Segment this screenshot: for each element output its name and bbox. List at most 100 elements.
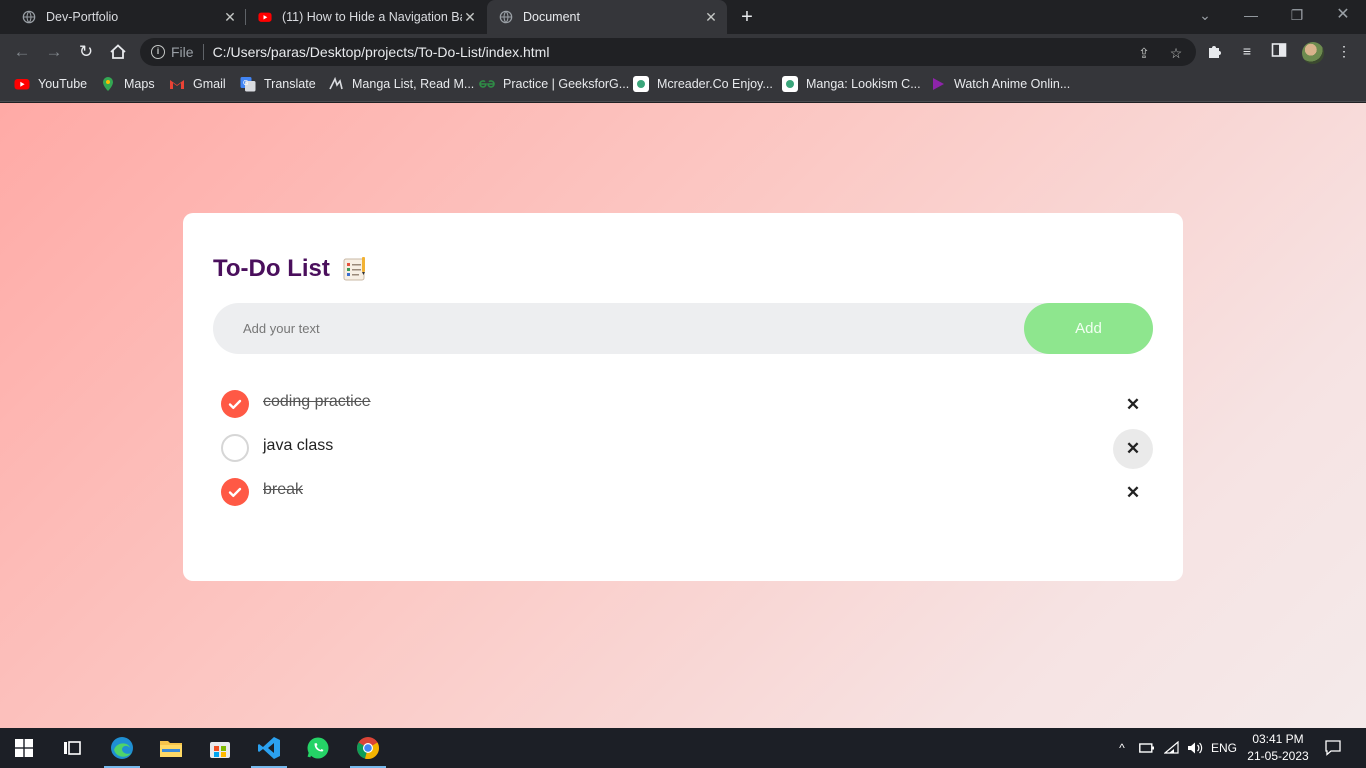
- bookmark-star-icon[interactable]: ☆: [1168, 45, 1184, 61]
- page-viewport: To-Do List Add coding practice ✕ java cl…: [0, 103, 1366, 728]
- tab-dev-portfolio[interactable]: Dev-Portfolio ✕: [0, 0, 246, 34]
- start-button[interactable]: [4, 728, 44, 768]
- list-item[interactable]: break ✕: [221, 473, 1153, 513]
- volume-glyph: [1188, 742, 1203, 754]
- taskbar-edge[interactable]: [102, 728, 142, 768]
- wifi-glyph: [1163, 740, 1179, 754]
- extensions-icon[interactable]: [1206, 42, 1224, 60]
- tab-document[interactable]: Document ✕: [487, 0, 727, 34]
- maps-icon: [103, 77, 113, 91]
- bookmark-translate[interactable]: G Translate: [240, 70, 316, 98]
- globe-icon: [22, 10, 36, 24]
- close-tab-icon[interactable]: ✕: [462, 9, 478, 25]
- todo-text-input[interactable]: [243, 303, 1003, 354]
- bookmark-gmail[interactable]: Gmail: [169, 70, 226, 98]
- url-text[interactable]: C:/Users/paras/Desktop/projects/To-Do-Li…: [213, 44, 550, 60]
- taskbar-chrome[interactable]: [348, 728, 388, 768]
- home-icon-glyph: [110, 44, 126, 59]
- share-icon[interactable]: ⇪: [1136, 45, 1152, 61]
- new-tab-button[interactable]: +: [736, 6, 758, 28]
- bookmark-geeksforgeeks[interactable]: Practice | GeeksforG...: [479, 70, 629, 98]
- bookmark-label: Manga: Lookism C...: [806, 77, 921, 91]
- more-menu-icon[interactable]: ⋮: [1335, 42, 1353, 60]
- manga-icon: [329, 76, 343, 90]
- close-tab-icon[interactable]: ✕: [222, 9, 238, 25]
- list-item[interactable]: coding practice ✕: [221, 385, 1153, 425]
- list-item[interactable]: java class ✕: [221, 429, 1153, 469]
- bookmark-mcreader[interactable]: Mcreader.Co Enjoy...: [633, 70, 773, 98]
- bookmark-label: Gmail: [193, 77, 226, 91]
- site-info-icon[interactable]: i: [151, 45, 165, 59]
- scheme-label: File: [171, 44, 194, 60]
- taskbar-store[interactable]: [200, 728, 240, 768]
- geeksforgeeks-icon: [479, 80, 495, 88]
- bookmark-manga-list[interactable]: Manga List, Read M...: [328, 70, 474, 98]
- manga-lookism-icon: [782, 76, 798, 92]
- taskbar-file-explorer[interactable]: [151, 728, 191, 768]
- bookmark-maps[interactable]: Maps: [100, 70, 155, 98]
- edge-icon: [111, 737, 133, 759]
- clock-time: 03:41 PM: [1252, 732, 1304, 746]
- back-icon[interactable]: ←: [10, 40, 34, 64]
- tab-strip: Dev-Portfolio ✕ (11) How to Hide a Navig…: [0, 0, 1366, 34]
- task-view-button[interactable]: [52, 728, 92, 768]
- todo-text: coding practice: [263, 393, 371, 410]
- anime-icon: [933, 78, 944, 90]
- profile-avatar[interactable]: [1302, 42, 1324, 64]
- close-tab-icon[interactable]: ✕: [703, 9, 719, 25]
- bookmark-manga-lookism[interactable]: Manga: Lookism C...: [782, 70, 921, 98]
- checked-circle-icon[interactable]: [221, 478, 249, 506]
- notifications-icon[interactable]: [1320, 728, 1346, 768]
- translate-icon: G: [240, 77, 256, 92]
- forward-icon[interactable]: →: [42, 40, 66, 64]
- bookmark-label: Mcreader.Co Enjoy...: [657, 77, 773, 91]
- language-indicator[interactable]: ENG: [1208, 728, 1240, 768]
- close-window-icon[interactable]: ✕: [1320, 0, 1366, 30]
- store-icon: [210, 742, 230, 758]
- tab-search-icon[interactable]: ⌄: [1182, 0, 1228, 30]
- taskbar-vscode[interactable]: [249, 728, 289, 768]
- youtube-icon: [14, 79, 30, 90]
- bookmark-watch-anime[interactable]: Watch Anime Onlin...: [930, 70, 1070, 98]
- bookmark-label: YouTube: [38, 77, 88, 91]
- todo-text: java class: [263, 437, 334, 454]
- gmail-icon: [170, 80, 184, 89]
- address-divider: [202, 44, 204, 60]
- wifi-icon[interactable]: [1161, 728, 1183, 768]
- show-hidden-icons[interactable]: ^: [1112, 728, 1132, 768]
- battery-icon[interactable]: [1136, 728, 1158, 768]
- tab-youtube-video[interactable]: (11) How to Hide a Navigation Bar ✕: [246, 0, 486, 34]
- svg-text:G: G: [243, 80, 248, 87]
- bookmark-youtube[interactable]: YouTube: [14, 70, 87, 98]
- chrome-icon: [357, 737, 379, 760]
- page-title: To-Do List: [213, 255, 330, 282]
- delete-icon[interactable]: ✕: [1113, 385, 1153, 425]
- side-panel-icon[interactable]: [1270, 42, 1288, 60]
- volume-icon[interactable]: [1184, 728, 1206, 768]
- add-button[interactable]: Add: [1024, 303, 1153, 354]
- bookmark-label: Translate: [264, 77, 316, 91]
- taskbar-clock[interactable]: 03:41 PM 21-05-2023: [1240, 731, 1316, 765]
- tab-title: Document: [523, 10, 580, 24]
- delete-icon[interactable]: ✕: [1113, 429, 1153, 469]
- windows-logo-icon: [15, 739, 33, 757]
- home-icon[interactable]: [106, 40, 130, 64]
- task-view-icon: [64, 741, 81, 755]
- bookmark-label: Watch Anime Onlin...: [954, 77, 1071, 91]
- minimize-icon[interactable]: —: [1228, 0, 1274, 30]
- checked-circle-icon[interactable]: [221, 390, 249, 418]
- reload-icon[interactable]: ↻: [74, 40, 98, 64]
- whatsapp-icon: [307, 737, 329, 759]
- unchecked-circle-icon[interactable]: [221, 434, 249, 462]
- delete-icon[interactable]: ✕: [1113, 473, 1153, 513]
- tab-title: Dev-Portfolio: [46, 10, 119, 24]
- taskbar-whatsapp[interactable]: [298, 728, 338, 768]
- side-panel-glyph: [1271, 43, 1287, 57]
- restore-icon[interactable]: ❐: [1274, 0, 1320, 30]
- battery-glyph: [1139, 743, 1154, 753]
- globe-icon: [499, 10, 513, 24]
- bookmark-label: Manga List, Read M...: [352, 77, 475, 91]
- media-control-icon[interactable]: ≡: [1238, 42, 1256, 60]
- address-bar[interactable]: i File C:/Users/paras/Desktop/projects/T…: [140, 38, 1196, 66]
- mcreader-icon: [633, 76, 649, 92]
